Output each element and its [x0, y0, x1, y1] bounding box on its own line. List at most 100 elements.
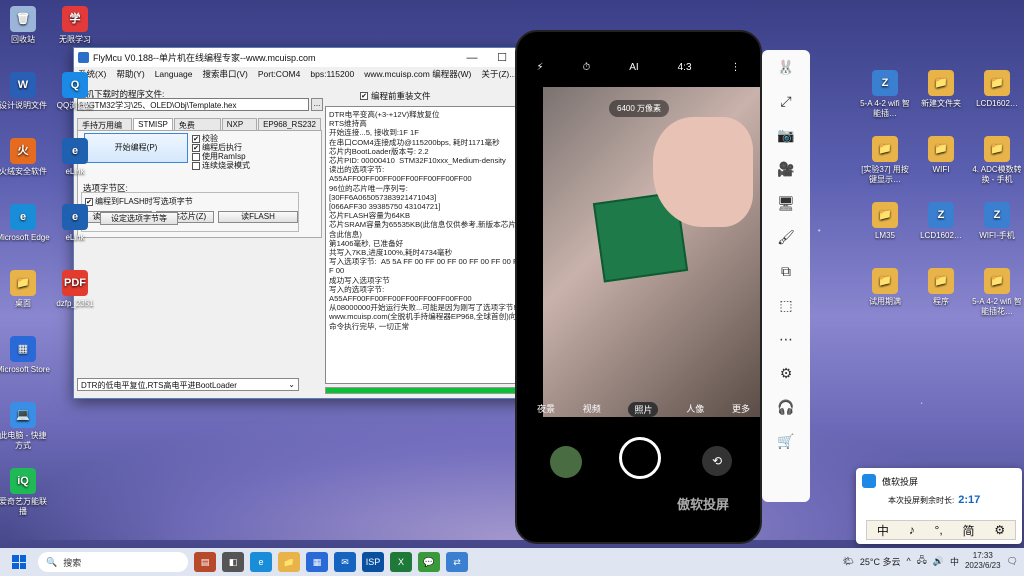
reset-mode-select[interactable]: DTR的低电平复位,RTS高电平进BootLoader ⌄ [77, 378, 299, 391]
gallery-thumbnail[interactable] [550, 446, 582, 478]
desktop-icon[interactable]: 📁 新建文件夹 [914, 70, 968, 109]
camera-mode[interactable]: 视频 [583, 402, 601, 417]
network-icon[interactable]: 🖧 [917, 553, 927, 569]
camera-mode[interactable]: 人像 [686, 402, 704, 417]
notification-icon[interactable]: 🗨 [1007, 556, 1018, 567]
camera-top-icon[interactable]: ⚡ [536, 62, 543, 73]
flymcu-window[interactable]: FlyMcu V0.188--单片机在线编程专家--www.mcuisp.com… [73, 47, 548, 399]
camera-viewfinder[interactable] [543, 87, 760, 417]
desktop-icon[interactable]: 📁 LM35 [858, 202, 912, 241]
copy-icon[interactable]: ⧉ [762, 254, 810, 288]
store-icon[interactable]: ▦ [306, 552, 328, 572]
file-explorer-icon[interactable]: 📁 [278, 552, 300, 572]
menu-item[interactable]: 搜索串口(V) [203, 68, 248, 80]
ime-button[interactable]: ♪ [909, 523, 915, 537]
more-icon[interactable]: ⋯ [762, 322, 810, 356]
desktop-icon[interactable]: W 设计说明文件 [0, 72, 50, 111]
desktop-icon[interactable]: 📁 4. ADC模数转换 - 手机 [970, 136, 1024, 185]
mail-icon[interactable]: ✉ [334, 552, 356, 572]
desktop-icon-label: LCD1602… [976, 99, 1018, 108]
desktop-icon[interactable]: 📁 WIFI [914, 136, 968, 175]
menu-item[interactable]: www.mcuisp.com 编程器(W) [364, 68, 471, 80]
clock[interactable]: 17:33 2023/6/23 [965, 551, 1001, 571]
menu-item[interactable]: 关于(Z)... [481, 68, 516, 80]
desktop-icon[interactable]: ▦ Microsoft Store [0, 336, 50, 375]
desktop-icon[interactable]: 📁 LCD1602… [970, 70, 1024, 109]
camera-top-icon[interactable]: AI [629, 62, 638, 73]
desktop-icon[interactable]: 📁 程序 [914, 268, 968, 307]
desktop-icon[interactable]: Z WIFI-手机 [970, 202, 1024, 241]
menu-item[interactable]: bps:115200 [310, 69, 354, 79]
camera-mode[interactable]: 照片 [628, 402, 659, 417]
avatar-icon[interactable]: 🐰 [762, 50, 810, 84]
camera-mode[interactable]: 更多 [732, 402, 750, 417]
camera-mode[interactable]: 夜景 [537, 402, 555, 417]
minimize-button[interactable]: — [457, 52, 487, 64]
log-output[interactable]: DTR电平变高(+3-+12V)释放复位 RTS维持高 开始连接...5, 接收… [325, 106, 547, 384]
weather-text[interactable]: 25°C 多云 [860, 555, 901, 568]
tray-up-icon[interactable]: ^ [906, 556, 910, 566]
ime-button[interactable]: 中 [877, 522, 889, 539]
reload-before-program-checkbox[interactable]: ✔ 编程前重装文件 [360, 90, 431, 102]
camera-top-icon[interactable]: ⏱ [582, 62, 590, 73]
cart-icon[interactable]: 🛒 [762, 424, 810, 458]
support-icon[interactable]: 🎧 [762, 390, 810, 424]
menu-item[interactable]: Port:COM4 [258, 69, 301, 79]
task-view-icon[interactable]: ◧ [222, 552, 244, 572]
menu-item[interactable]: Language [155, 69, 193, 79]
phone-mirror[interactable]: ⚡ ⏱ AI 4:3 ⋮ 6400 万像素 夜景 视频 照片 人像 更多 ⟲ 傲软投屏 [515, 30, 762, 544]
ime-button[interactable]: 简 [963, 522, 975, 539]
vpn-icon[interactable]: ⇄ [446, 552, 468, 572]
screenshot-icon[interactable]: 📷 [762, 118, 810, 152]
ime-button[interactable]: °, [935, 523, 943, 537]
option-label: 连续烧录模式 [202, 161, 250, 170]
desktop-icon[interactable]: e eLink [48, 138, 102, 177]
desktop-icon-image: 📁 [928, 268, 954, 294]
desktop-icon[interactable]: e eLink [48, 204, 102, 243]
desktop-icon[interactable]: 💻 此电脑 - 快捷方式 [0, 402, 50, 451]
flymcu-titlebar[interactable]: FlyMcu V0.188--单片机在线编程专家--www.mcuisp.com… [74, 48, 547, 67]
flip-camera-icon[interactable]: ⟲ [702, 446, 732, 476]
desktop-icon[interactable]: 📁 [实验37] 用按键显示… [858, 136, 912, 185]
maximize-button[interactable]: ☐ [487, 51, 517, 64]
brush-icon[interactable]: 🖌 [762, 220, 810, 254]
settings-icon[interactable]: ⚙ [762, 356, 810, 390]
set-option-bytes-button[interactable]: 设定选项字节等 [100, 212, 178, 225]
option-checkbox[interactable]: 连续烧录模式 [192, 160, 250, 171]
desktop-icon[interactable]: 📁 5-A 4-2 wifi 智能插花… [970, 268, 1024, 317]
desktop-icon[interactable]: PDF dzfp_2351 [48, 270, 102, 309]
ime-button[interactable]: ⚙ [994, 523, 1005, 537]
fullscreen-icon[interactable]: ⤢ [762, 84, 810, 118]
camera-top-icon[interactable]: ⋮ [730, 62, 740, 73]
popup-title: 傲软投屏 [882, 476, 919, 487]
shutter-button[interactable] [619, 437, 661, 479]
desktop-icon[interactable]: iQ 爱奇艺万能联播 [0, 468, 50, 517]
desktop-icon[interactable]: Q QQ浏览器 [48, 72, 102, 111]
edge-icon[interactable]: e [250, 552, 272, 572]
desktop-icon[interactable]: 📁 试用期满 [858, 268, 912, 307]
crop-icon[interactable]: ⬚ [762, 288, 810, 322]
desktop-icon[interactable]: Z LCD1602… [914, 202, 968, 241]
menu-item[interactable]: 帮助(Y) [116, 68, 144, 80]
volume-icon[interactable]: 🔊 [933, 556, 944, 567]
desktop-icon[interactable]: 火火绒安全软件 [0, 138, 50, 177]
flymcu-task-icon[interactable]: ISP [362, 552, 384, 572]
browse-button[interactable]: ... [311, 98, 323, 111]
record-icon[interactable]: 🎥 [762, 152, 810, 186]
cast-icon[interactable]: 🖥 [762, 186, 810, 220]
desktop-icon-label: 5-A 4-2 wifi 智能插花… [972, 297, 1022, 316]
wechat-icon[interactable]: 💬 [418, 552, 440, 572]
desktop-icon[interactable]: 🗑 回收站 [0, 6, 50, 45]
search-box[interactable]: 🔍 搜索 [38, 552, 188, 572]
desktop-icon[interactable]: 学无限学习 [48, 6, 102, 45]
pixel-badge[interactable]: 6400 万像素 [609, 100, 670, 117]
start-button[interactable] [6, 549, 32, 575]
desktop-icon[interactable]: 📁 桌面 [0, 270, 50, 309]
taskbar-app-icon[interactable]: ▤ [194, 552, 216, 572]
file-path-input[interactable]: F:\STM32学习\25、OLED\Obj\Template.hex [77, 98, 309, 111]
excel-icon[interactable]: X [390, 552, 412, 572]
ime-label[interactable]: 中 [950, 555, 959, 568]
camera-top-icon[interactable]: 4:3 [678, 62, 692, 73]
desktop-icon[interactable]: Z 5-A 4-2 wifi 智能插… [858, 70, 912, 119]
desktop-icon[interactable]: e Microsoft Edge [0, 204, 50, 243]
